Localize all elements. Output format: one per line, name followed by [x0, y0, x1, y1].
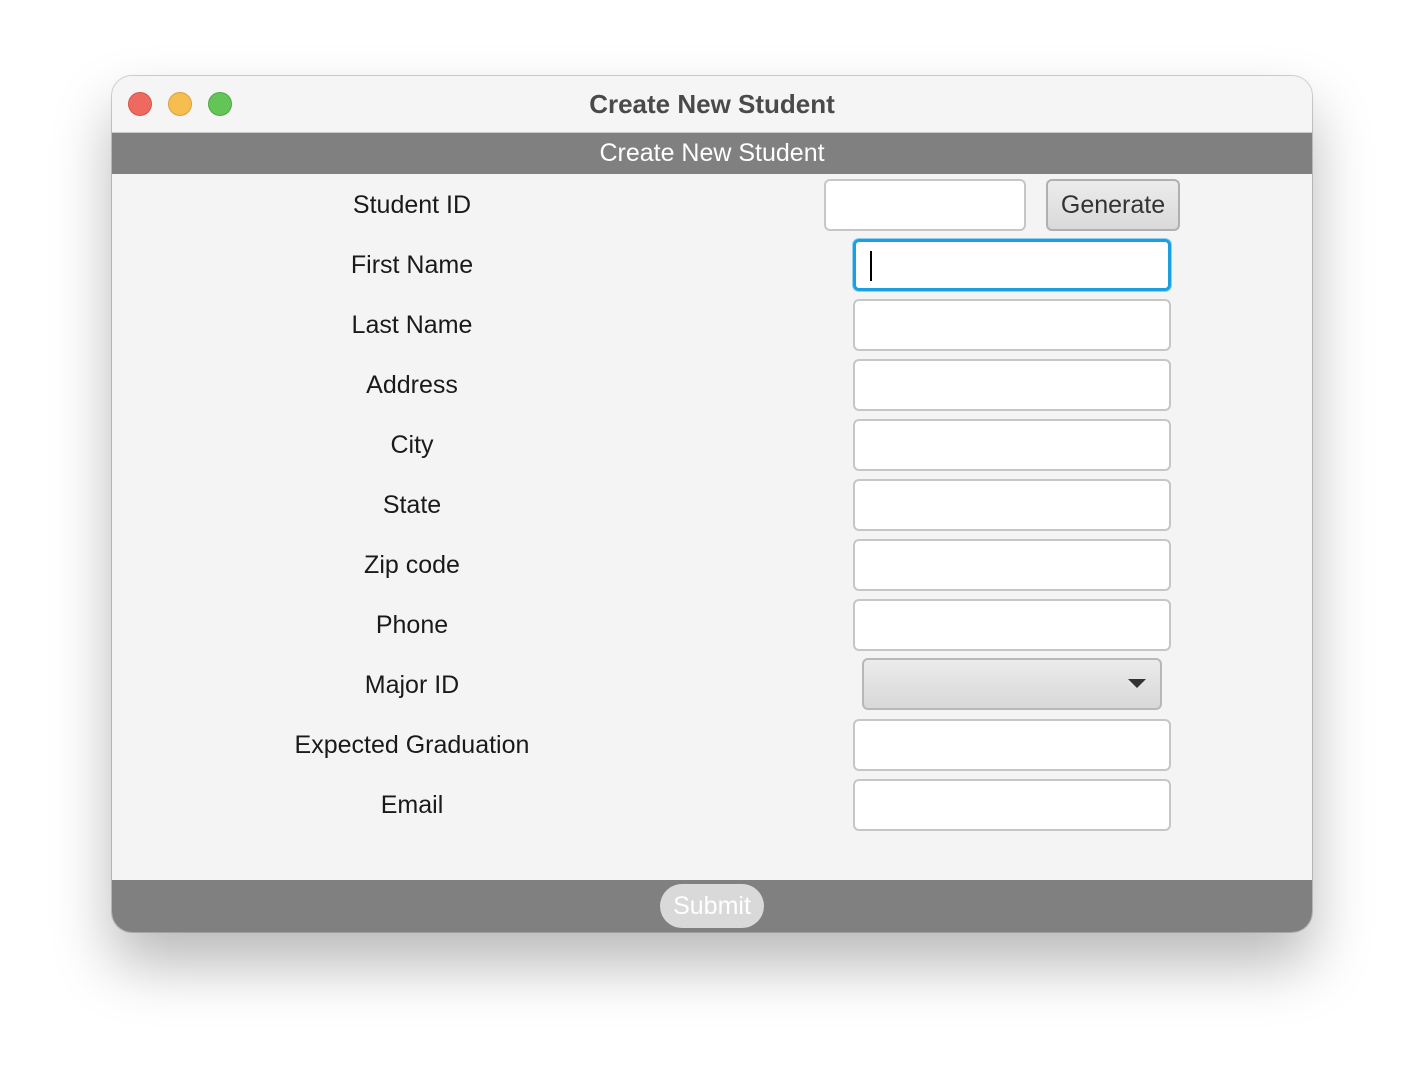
state-label: State [382, 491, 442, 519]
major-id-select[interactable] [862, 658, 1162, 710]
first-name-input[interactable] [853, 239, 1171, 291]
title-bar[interactable]: Create New Student [112, 76, 1312, 133]
last-name-input[interactable] [853, 299, 1171, 351]
zip-code-input[interactable] [853, 539, 1171, 591]
first-name-label: First Name [350, 251, 474, 279]
zip-code-label: Zip code [364, 551, 460, 579]
submit-button[interactable]: Submit [660, 884, 764, 928]
phone-label: Phone [375, 611, 449, 639]
major-id-label: Major ID [364, 671, 460, 699]
expected-graduation-input[interactable] [853, 719, 1171, 771]
email-label: Email [380, 791, 444, 819]
chevron-down-icon [1128, 679, 1146, 688]
app-window: Create New Student Create New Student St… [112, 76, 1312, 932]
city-input[interactable] [853, 419, 1171, 471]
text-caret [870, 251, 872, 281]
state-input[interactable] [853, 479, 1171, 531]
student-id-input[interactable] [824, 179, 1026, 231]
phone-input[interactable] [853, 599, 1171, 651]
footer-bar: Submit [112, 880, 1312, 932]
email-input[interactable] [853, 779, 1171, 831]
window-title: Create New Student [589, 89, 835, 119]
address-input[interactable] [853, 359, 1171, 411]
last-name-label: Last Name [351, 311, 473, 339]
expected-graduation-label: Expected Graduation [294, 731, 530, 759]
generate-button[interactable]: Generate [1046, 179, 1180, 231]
form-heading: Create New Student [112, 133, 1312, 174]
student-id-label: Student ID [352, 191, 472, 219]
address-label: Address [366, 371, 458, 399]
city-label: City [390, 431, 434, 459]
